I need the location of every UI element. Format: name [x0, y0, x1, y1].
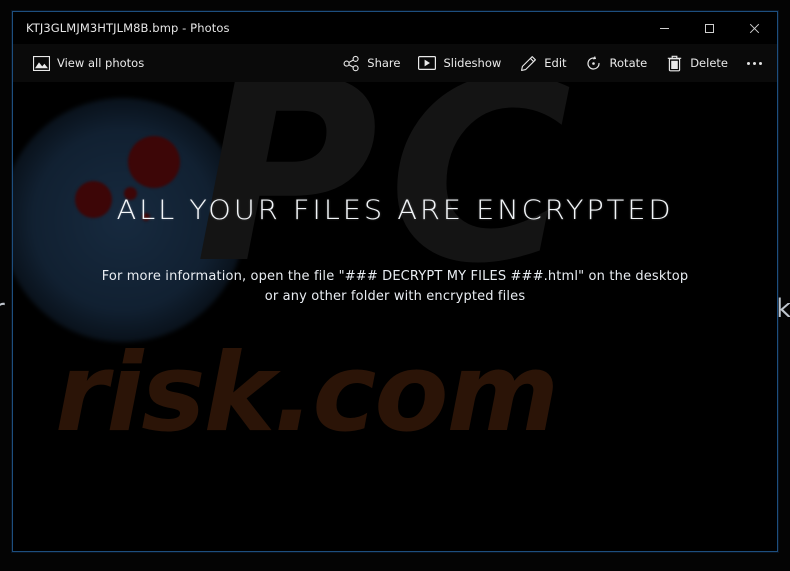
window-titlebar[interactable]: KTJ3GLMJM3HTJLM8B.bmp - Photos: [13, 12, 777, 44]
ransom-note-image: PC risk.com ALL YOUR FILES ARE ENCRYPTED…: [13, 82, 777, 551]
view-all-photos-button[interactable]: View all photos: [23, 48, 153, 78]
minimize-icon: [659, 23, 670, 34]
watermark-pc: PC: [195, 82, 582, 318]
maximize-button[interactable]: [687, 12, 732, 44]
more-dot: [746, 61, 750, 65]
ransom-body-line-1: For more information, open the file "###…: [101, 269, 689, 284]
more-dot: [758, 61, 762, 65]
ransom-body: For more information, open the file "###…: [13, 267, 777, 307]
watermark-risk: risk.com: [55, 331, 559, 456]
trash-icon: [665, 54, 683, 72]
ransom-headline: ALL YOUR FILES ARE ENCRYPTED: [116, 195, 674, 226]
window-controls: [642, 12, 777, 44]
desktop-background: r k KTJ3GLMJM3HTJLM8B.bmp - Photos: [0, 0, 790, 571]
slideshow-label: Slideshow: [443, 56, 502, 70]
window-title: KTJ3GLMJM3HTJLM8B.bmp - Photos: [26, 21, 230, 35]
maximize-icon: [704, 23, 715, 34]
slideshow-icon: [418, 54, 437, 72]
photos-app-window: KTJ3GLMJM3HTJLM8B.bmp - Photos View all …: [12, 11, 778, 552]
rotate-icon: [585, 54, 603, 72]
view-all-photos-label: View all photos: [57, 56, 145, 70]
wallpaper-text-left: r: [0, 296, 6, 322]
pencil-icon: [519, 54, 537, 72]
close-icon: [749, 23, 760, 34]
delete-button[interactable]: Delete: [656, 48, 737, 78]
edit-label: Edit: [544, 56, 567, 70]
slideshow-button[interactable]: Slideshow: [409, 48, 510, 78]
delete-label: Delete: [690, 56, 728, 70]
more-options-button[interactable]: [737, 48, 771, 78]
rotate-button[interactable]: Rotate: [576, 48, 657, 78]
blood-spot-decoration: [128, 136, 180, 188]
more-dot: [752, 61, 756, 65]
edit-button[interactable]: Edit: [510, 48, 575, 78]
share-label: Share: [367, 56, 401, 70]
close-button[interactable]: [732, 12, 777, 44]
share-icon: [342, 54, 360, 72]
wallpaper-text-right: k: [775, 294, 790, 324]
share-button[interactable]: Share: [333, 48, 409, 78]
minimize-button[interactable]: [642, 12, 687, 44]
ransom-body-line-2: or any other folder with encrypted files: [264, 289, 526, 305]
rotate-label: Rotate: [609, 56, 648, 70]
photo-viewport[interactable]: PC risk.com ALL YOUR FILES ARE ENCRYPTED…: [13, 82, 777, 551]
photo-collection-icon: [32, 54, 50, 72]
command-bar: View all photos Share Slideshow Edit Rot…: [13, 44, 777, 82]
